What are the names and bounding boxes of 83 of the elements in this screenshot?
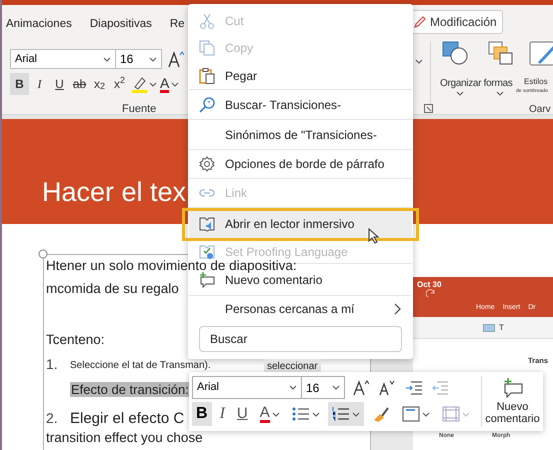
caret-icon — [352, 410, 360, 418]
table-icon — [442, 406, 460, 422]
styles-label[interactable]: Estilos — [524, 76, 548, 88]
toolbar-text: T — [499, 322, 504, 334]
text-box-icon — [402, 406, 420, 422]
menu-item[interactable]: Pegar — [189, 62, 412, 90]
caret-icon — [312, 410, 320, 418]
shape-icon[interactable] — [442, 41, 470, 65]
list-text: Seleccione el tat de Transman). — [70, 359, 211, 373]
selected-text: Efecto de transición: — [70, 382, 190, 397]
dialog-launcher-icon[interactable] — [424, 104, 433, 113]
book-check-icon — [199, 244, 215, 260]
format-button[interactable]: x$_{2}$ — [90, 73, 109, 95]
font-color-button[interactable]: A — [159, 73, 180, 95]
search-field[interactable]: Buscar — [199, 326, 402, 352]
font-name-dropdown[interactable]: Arial — [10, 49, 116, 69]
body-text: Tcenteno: — [46, 331, 105, 348]
italic-button[interactable]: I — [216, 402, 229, 426]
group-label: Oarv — [529, 103, 551, 117]
format-button[interactable]: ab — [70, 73, 89, 95]
cut-icon — [199, 12, 215, 28]
caret-icon — [289, 384, 297, 391]
numbering-button[interactable] — [328, 402, 364, 426]
caret-icon — [415, 58, 423, 64]
format-button[interactable]: B — [10, 73, 29, 95]
arrange-shapes-button[interactable]: Organizar formas — [440, 76, 512, 91]
menu-item[interactable]: Personas cercanas a mí — [189, 296, 412, 322]
font-size-dropdown[interactable]: 16 — [116, 49, 162, 69]
caret-icon[interactable] — [456, 90, 464, 97]
resize-handle-icon — [38, 249, 48, 259]
format-button[interactable]: I — [30, 73, 49, 95]
ribbon-tab[interactable]: Animaciones — [4, 14, 74, 36]
bulleted-list-icon — [292, 407, 310, 421]
paste-icon — [199, 68, 215, 84]
caret-icon[interactable] — [496, 90, 504, 97]
numbered-list-icon — [332, 406, 350, 422]
copy-icon — [199, 40, 215, 56]
pointer-cursor-icon — [368, 228, 380, 244]
slide-title: Hacer el tex — [42, 179, 186, 206]
increase-indent-icon[interactable] — [405, 380, 423, 394]
search-icon — [199, 96, 215, 112]
book-speaker-icon — [199, 216, 215, 232]
format-button[interactable]: x$^{2}$ — [110, 73, 129, 95]
paintbrush-icon — [372, 406, 390, 422]
thumbnail-icon — [483, 324, 495, 332]
caret-icon — [149, 56, 157, 62]
list-number: 2. — [46, 410, 59, 427]
caret-icon — [272, 410, 280, 418]
shrink-font-icon[interactable] — [379, 380, 395, 396]
comment-icon — [502, 378, 524, 398]
new-comment-button[interactable]: Nuevo comentario — [481, 376, 543, 427]
list-text: Elegir el efecto C — [70, 410, 184, 427]
grow-font-icon[interactable] — [353, 380, 369, 396]
chevron-right-icon — [394, 303, 402, 315]
caret-icon — [103, 56, 111, 62]
ribbon-tab[interactable]: Diapositivas — [88, 14, 154, 36]
format-button[interactable]: U — [50, 73, 69, 95]
arrange-icon[interactable] — [488, 41, 514, 65]
bold-button[interactable]: B — [192, 402, 212, 426]
highlighter-icon — [131, 75, 147, 93]
caret-icon — [332, 384, 340, 391]
caret-icon — [149, 80, 157, 88]
caret-icon — [171, 80, 180, 88]
menu-item[interactable]: Opciones de borde de párrafo — [189, 150, 412, 179]
underline-button[interactable]: U — [232, 402, 252, 426]
group-label: Fuente — [122, 102, 156, 117]
menu-item[interactable]: Buscar- Transiciones- — [189, 90, 412, 120]
pencil-icon — [413, 15, 427, 29]
redo-icon — [426, 289, 436, 299]
menu-item[interactable]: Sinónimos de "Transiciones- — [189, 120, 412, 150]
body-text: transition effect you chose — [46, 429, 203, 446]
ribbon-tab[interactable]: Re — [168, 14, 187, 36]
body-text: mcomida de su regalo — [46, 280, 179, 297]
font-name-dropdown[interactable]: Arial — [192, 376, 302, 399]
font-size-dropdown[interactable]: 16 — [302, 376, 345, 399]
list-number: 1. — [46, 356, 59, 373]
caret-icon — [422, 410, 430, 418]
font-color-button[interactable]: A — [256, 402, 284, 426]
grow-font-icon[interactable] — [168, 50, 184, 68]
caret-icon — [462, 410, 470, 418]
comment-icon — [199, 272, 215, 288]
date-label: Oct 30 — [417, 279, 442, 291]
settings-icon — [199, 156, 215, 172]
